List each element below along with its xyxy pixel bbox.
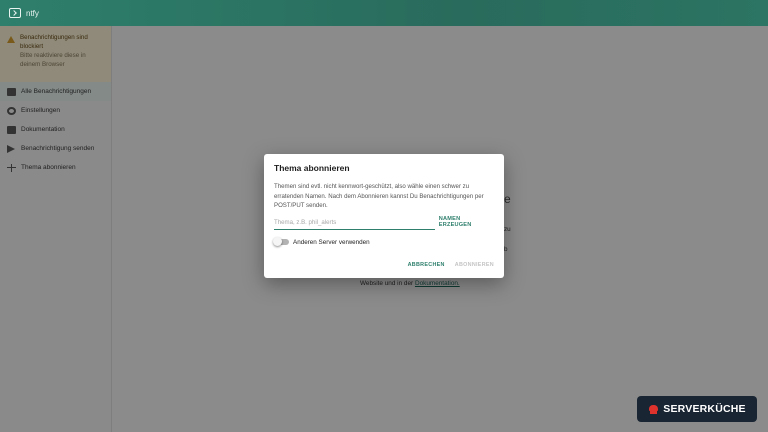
background-text-fragment: e — [504, 192, 511, 206]
sidebar-item-documentation[interactable]: Dokumentation — [0, 120, 111, 139]
subscribe-dialog: Thema abonnieren Themen sind evtl. nicht… — [264, 154, 504, 278]
sidebar-item-label: Dokumentation — [21, 126, 65, 133]
plus-icon — [7, 163, 16, 172]
sidebar-item-all-notifications[interactable]: Alle Benachrichtigungen — [0, 82, 111, 101]
warning-icon — [7, 36, 15, 43]
gear-icon — [7, 106, 16, 115]
chef-hat-icon — [648, 404, 659, 414]
notification-blocked-warning: Benachrichtigungen sind blockiert Bitte … — [0, 26, 111, 82]
ntfy-logo-icon — [9, 8, 21, 18]
background-text-fragment: b — [504, 246, 508, 253]
generate-name-button[interactable]: NAMEN ERZEUGEN — [439, 216, 494, 230]
warning-title: Benachrichtigungen sind blockiert — [20, 34, 88, 50]
sidebar-item-settings[interactable]: Einstellungen — [0, 101, 111, 120]
send-icon — [7, 144, 15, 153]
cancel-button[interactable]: ABBRECHEN — [408, 262, 445, 268]
toggle-knob — [273, 237, 282, 246]
watermark-badge: SERVERKÜCHE — [637, 396, 757, 422]
doc-icon — [7, 125, 16, 134]
documentation-link[interactable]: Dokumentation. — [415, 280, 460, 287]
background-docs-line: Website und in der Dokumentation. — [360, 280, 460, 287]
sidebar: Benachrichtigungen sind blockiert Bitte … — [0, 26, 112, 432]
sidebar-item-label: Benachrichtigung senden — [21, 145, 95, 152]
topic-input[interactable] — [274, 218, 435, 230]
background-docs-prefix: Website und in der — [360, 280, 415, 287]
dialog-title: Thema abonnieren — [274, 163, 350, 173]
sidebar-item-label: Alle Benachrichtigungen — [21, 88, 92, 95]
app-title: ntfy — [26, 8, 39, 18]
watermark-text: SERVERKÜCHE — [663, 403, 746, 415]
background-text-fragment: zu — [504, 226, 511, 233]
warning-hint: Bitte reaktiviere diese in deinem Browse… — [20, 52, 86, 68]
sidebar-item-subscribe-topic[interactable]: Thema abonnieren — [0, 158, 111, 177]
dialog-description: Themen sind evtl. nicht kennwort-geschüt… — [274, 183, 484, 209]
sidebar-item-send-notification[interactable]: Benachrichtigung senden — [0, 139, 111, 158]
sidebar-item-label: Thema abonnieren — [21, 164, 76, 171]
chat-icon — [7, 87, 16, 96]
other-server-toggle[interactable] — [273, 237, 289, 246]
sidebar-item-label: Einstellungen — [21, 107, 61, 114]
subscribe-button[interactable]: ABONNIEREN — [455, 262, 494, 268]
app-bar: ntfy — [0, 0, 768, 26]
other-server-label: Anderen Server verwenden — [293, 238, 370, 246]
